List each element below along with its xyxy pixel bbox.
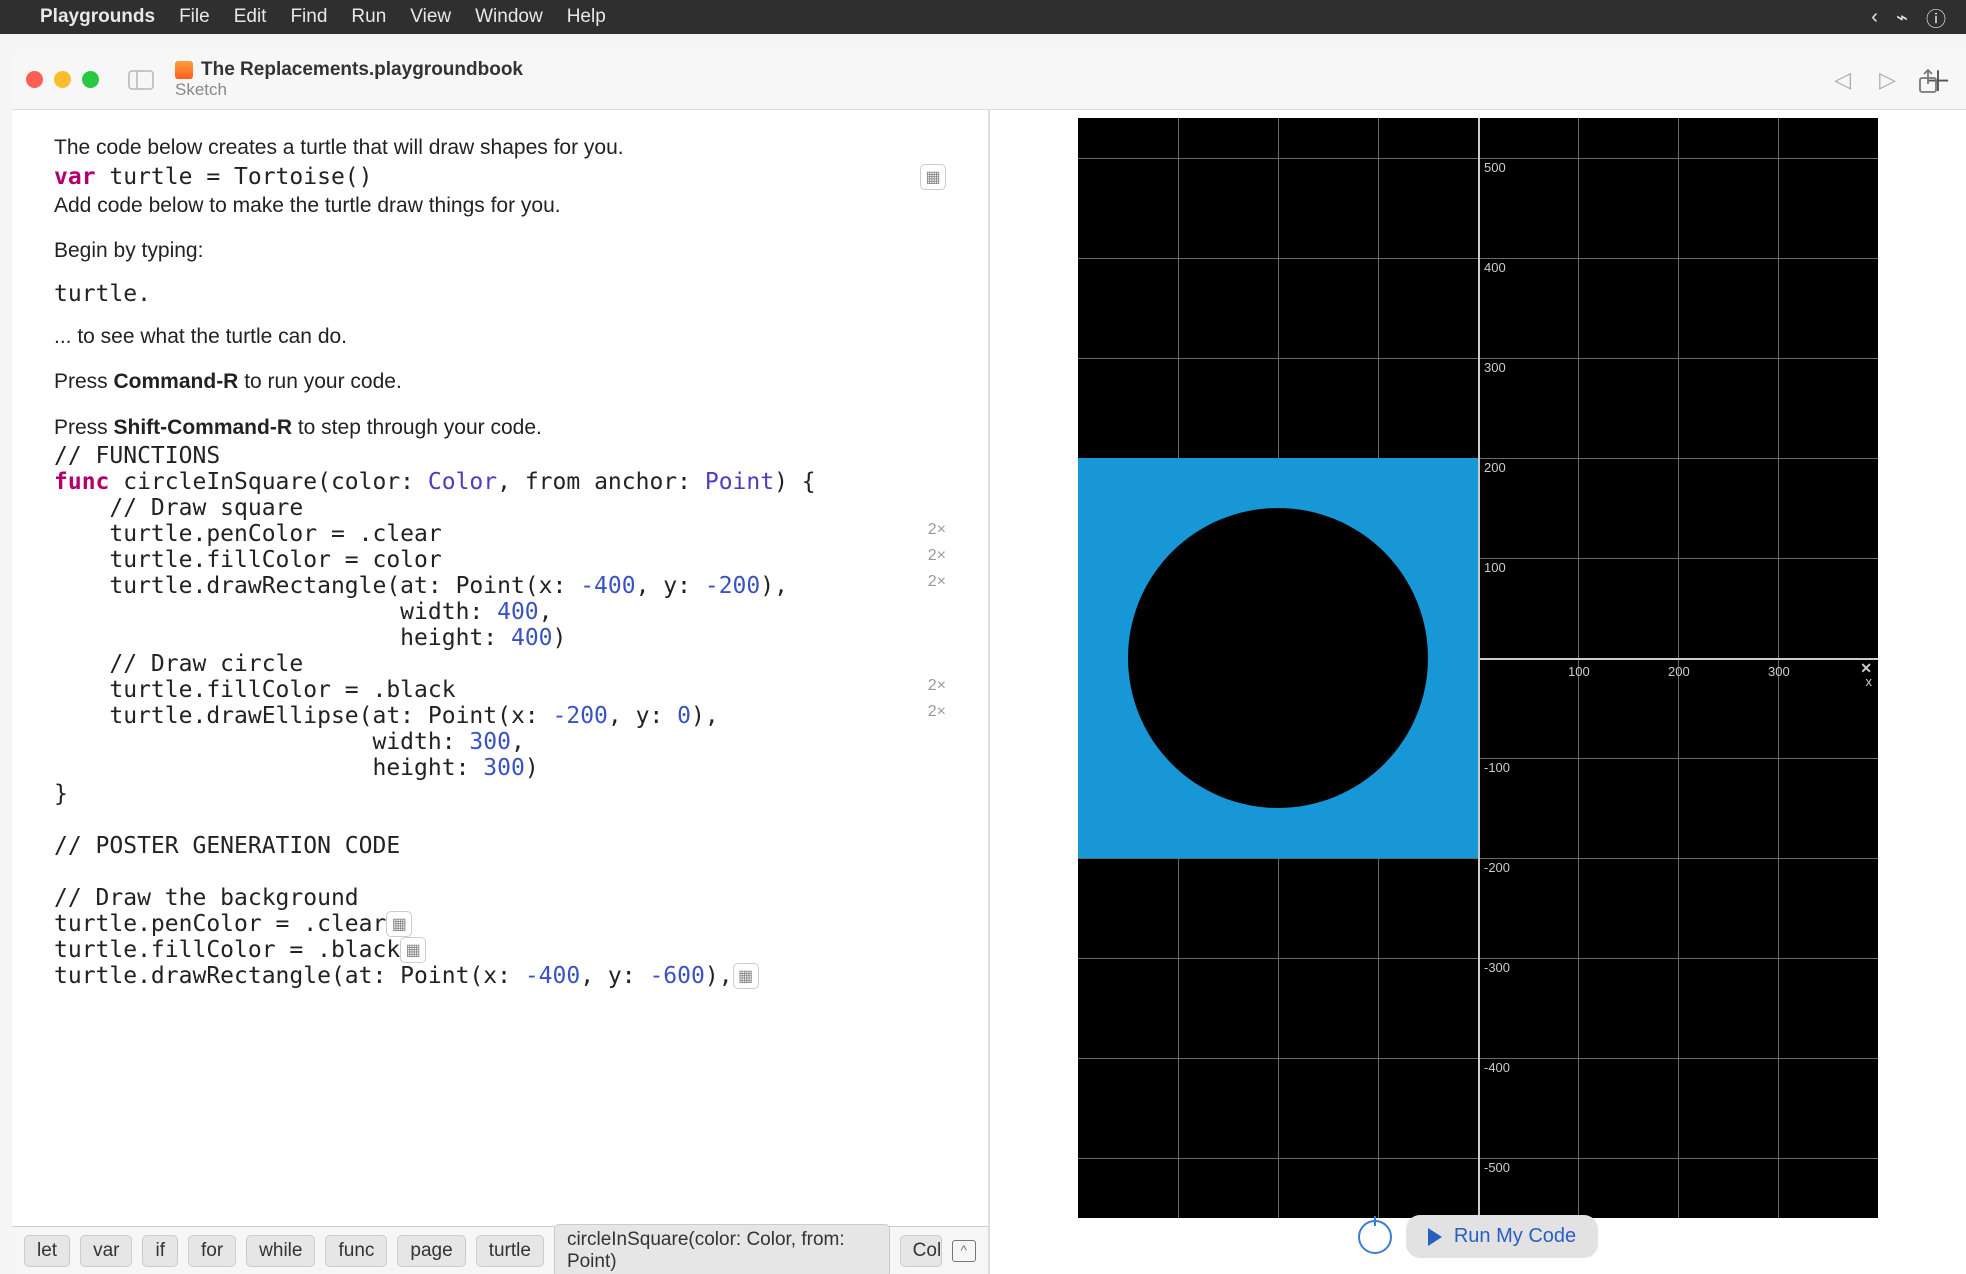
axis-tick-label: 400 [1484, 260, 1506, 275]
live-view-canvas: -500-400-300-200-100100200300400500-300-… [1078, 118, 1878, 1218]
axis-tick-label: 300 [1768, 664, 1790, 679]
window-zoom-button[interactable] [82, 71, 99, 88]
axis-tick-label: 200 [1484, 460, 1506, 475]
play-icon [1428, 1228, 1442, 1246]
result-quicklook-icon[interactable]: ▦ [733, 963, 759, 989]
see-what-text: ... to see what the turtle can do. [54, 321, 946, 353]
completion-token-if[interactable]: if [142, 1235, 178, 1267]
window-titlebar: The Replacements.playgroundbook Sketch ◁… [12, 50, 1966, 110]
execution-count: 2× [928, 677, 946, 703]
execution-count: 2× [928, 521, 946, 547]
axis-tick-label: 100 [1484, 560, 1506, 575]
run-button-label: Run My Code [1454, 1225, 1576, 1248]
menubar-help-icon[interactable]: ⓘ [1926, 3, 1946, 32]
code-placeholder-turtle[interactable]: turtle. [54, 281, 946, 307]
menu-file[interactable]: File [179, 6, 210, 28]
completion-token-var[interactable]: var [80, 1235, 132, 1267]
axis-tick-label: -400 [1484, 1060, 1510, 1075]
result-quicklook-icon[interactable]: ▦ [920, 164, 946, 190]
sidebar-toggle-icon[interactable] [127, 68, 155, 92]
nav-forward-button[interactable]: ▷ [1879, 67, 1896, 93]
document-title: The Replacements.playgroundbook [201, 59, 523, 81]
press-step-text: Press Shift-Command-R to step through yo… [54, 412, 946, 444]
document-icon [175, 61, 193, 79]
axis-tick-label: 300 [1484, 360, 1506, 375]
live-view-pane: -500-400-300-200-100100200300400500-300-… [990, 110, 1966, 1274]
menubar-app-name[interactable]: Playgrounds [40, 6, 155, 28]
run-my-code-button[interactable]: Run My Code [1406, 1215, 1598, 1258]
document-subtitle: Sketch [175, 80, 523, 100]
drawn-ellipse [1128, 508, 1428, 808]
completion-token-let[interactable]: let [24, 1235, 70, 1267]
intro-text: The code below creates a turtle that wil… [54, 132, 946, 164]
menubar-chevron-icon[interactable]: ‹ [1871, 6, 1878, 29]
completion-token-circleinsquare[interactable]: circleInSquare(color: Color, from: Point… [554, 1224, 890, 1274]
menubar-toggle-icon[interactable]: ⌁ [1896, 5, 1908, 30]
axis-tick-label: -300 [1484, 960, 1510, 975]
code-functions-block[interactable]: // FUNCTIONS func circleInSquare(color: … [54, 443, 946, 989]
code-editor-pane[interactable]: The code below creates a turtle that wil… [12, 110, 990, 1274]
completion-token-func[interactable]: func [325, 1235, 387, 1267]
step-through-button[interactable] [1358, 1220, 1392, 1254]
menu-view[interactable]: View [410, 6, 451, 28]
axis-tick-label: 100 [1568, 664, 1590, 679]
share-icon[interactable] [1916, 68, 1940, 103]
begin-typing-text: Begin by typing: [54, 235, 946, 267]
axis-tick-label: 200 [1668, 664, 1690, 679]
menu-window[interactable]: Window [475, 6, 543, 28]
axis-tick-label: -100 [1484, 760, 1510, 775]
result-quicklook-icon[interactable]: ▦ [400, 937, 426, 963]
completion-token-turtle[interactable]: turtle [476, 1235, 544, 1267]
menu-run[interactable]: Run [351, 6, 386, 28]
code-var-line[interactable]: var turtle = Tortoise() [54, 164, 373, 190]
completion-token-for[interactable]: for [188, 1235, 236, 1267]
axis-tick-label: -200 [1484, 860, 1510, 875]
window-minimize-button[interactable] [54, 71, 71, 88]
system-menubar: Playgrounds File Edit Find Run View Wind… [0, 0, 1966, 34]
press-run-text: Press Command-R to run your code. [54, 366, 946, 398]
window-close-button[interactable] [26, 71, 43, 88]
app-window: The Replacements.playgroundbook Sketch ◁… [12, 50, 1966, 1274]
axis-tick-label: 500 [1484, 160, 1506, 175]
execution-count: 2× [928, 573, 946, 599]
menu-help[interactable]: Help [567, 6, 606, 28]
axis-tick-label: -500 [1484, 1160, 1510, 1175]
completion-bar: let var if for while func page turtle ci… [12, 1226, 988, 1274]
keyboard-toggle-icon[interactable] [952, 1240, 976, 1262]
menu-find[interactable]: Find [290, 6, 327, 28]
result-quicklook-icon[interactable]: ▦ [386, 911, 412, 937]
execution-count: 2× [928, 703, 946, 729]
execution-count: 2× [928, 547, 946, 573]
completion-token-page[interactable]: page [397, 1235, 465, 1267]
menu-edit[interactable]: Edit [234, 6, 267, 28]
nav-back-button[interactable]: ◁ [1834, 67, 1851, 93]
add-code-text: Add code below to make the turtle draw t… [54, 190, 946, 222]
completion-token-color[interactable]: Col [900, 1235, 942, 1267]
completion-token-while[interactable]: while [246, 1235, 315, 1267]
